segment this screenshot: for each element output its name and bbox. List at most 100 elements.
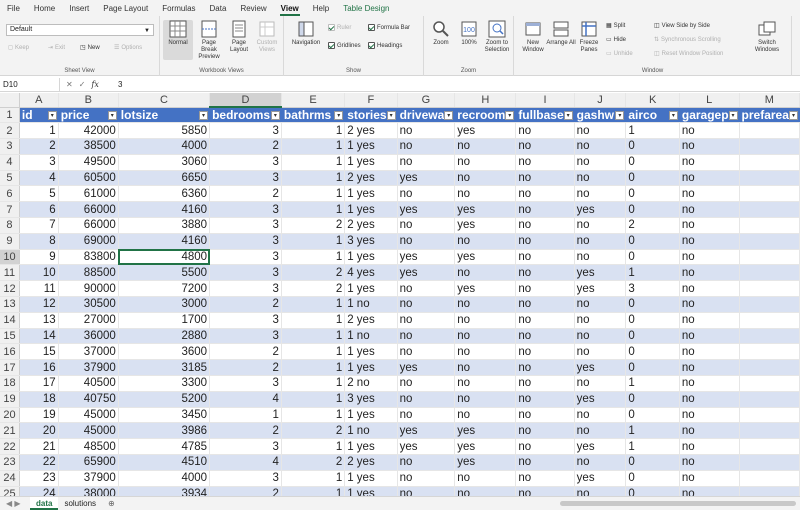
table-cell[interactable]: 0 [625,454,680,471]
row-header[interactable]: 19 [0,391,20,408]
new-window-button[interactable]: New Window [518,20,548,54]
table-cell[interactable] [739,486,800,496]
table-cell[interactable]: no [397,407,456,424]
table-cell[interactable]: 3 [209,328,282,345]
table-cell[interactable]: no [679,138,740,155]
table-cell[interactable]: yes [574,438,627,456]
table-cell[interactable]: no [574,122,627,140]
table-cell[interactable]: 1 [281,359,346,377]
table-cell[interactable]: 1 yes [344,343,398,361]
filter-dropdown-icon[interactable]: ▾ [47,110,57,120]
table-cell[interactable]: 1 yes [344,185,398,203]
table-cell[interactable]: 1 yes [344,201,398,219]
table-cell[interactable]: 2 [281,422,346,440]
table-cell[interactable]: 37000 [58,343,119,361]
table-cell[interactable]: 1 no [344,328,398,345]
table-cell[interactable]: 2 [209,296,282,313]
table-cell[interactable]: 2 [209,359,282,377]
table-cell[interactable]: yes [397,422,456,440]
table-header-cell[interactable]: prefarea ▾ [739,107,800,124]
table-cell[interactable] [739,138,800,155]
table-cell[interactable]: 4 [19,170,59,187]
row-header[interactable]: 3 [0,138,20,155]
row-header[interactable]: 14 [0,312,20,329]
column-header[interactable]: D [209,93,282,108]
table-cell[interactable]: no [397,375,456,392]
row-header[interactable]: 20 [0,407,20,424]
table-cell[interactable]: 3 [209,375,282,392]
column-header[interactable]: A [19,93,59,108]
table-cell[interactable]: 18 [19,391,59,408]
table-cell[interactable]: 3 [209,280,282,298]
table-cell[interactable]: 8 [19,233,59,250]
headings-checkbox[interactable]: Headings [368,42,402,49]
table-cell[interactable]: 0 [625,470,680,487]
table-cell[interactable]: 1 yes [344,470,398,487]
table-cell[interactable] [739,280,800,298]
row-header[interactable]: 13 [0,296,20,313]
filter-dropdown-icon[interactable]: ▾ [563,110,573,120]
table-cell[interactable]: 4 [209,391,282,408]
table-cell[interactable]: no [397,486,456,496]
table-cell[interactable]: no [574,407,627,424]
table-cell[interactable]: no [574,454,627,471]
table-cell[interactable]: 14 [19,328,59,345]
table-cell[interactable]: no [515,249,575,266]
table-cell[interactable]: no [515,359,575,377]
row-header[interactable]: 10 [0,249,20,266]
table-cell[interactable]: no [515,312,575,329]
table-cell[interactable]: 2 no [344,375,398,392]
table-cell[interactable]: 3185 [118,359,211,377]
name-box[interactable]: D10 [0,77,60,91]
row-header[interactable]: 23 [0,454,20,471]
table-header-cell[interactable]: stories ▾ [344,107,398,124]
table-cell[interactable]: yes [574,280,627,298]
table-cell[interactable]: 3 [209,470,282,487]
row-header[interactable]: 2 [0,122,20,140]
synchronous-scrolling-button[interactable]: ⇅ Synchronous Scrolling [654,36,721,44]
table-cell[interactable]: 88500 [58,264,119,282]
table-cell[interactable]: no [397,233,456,250]
table-cell[interactable]: 1 yes [344,249,398,266]
table-cell[interactable]: no [679,201,740,219]
table-cell[interactable]: yes [454,249,517,266]
table-cell[interactable]: 1 [281,407,346,424]
exit-button[interactable]: ⇥ Exit [48,44,65,52]
table-cell[interactable]: no [454,138,517,155]
table-cell[interactable]: 0 [625,249,680,266]
row-header[interactable]: 24 [0,470,20,487]
table-cell[interactable]: 1 [281,328,346,345]
row-header[interactable]: 11 [0,264,20,282]
table-cell[interactable]: yes [454,280,517,298]
table-cell[interactable]: 1 [281,249,346,266]
table-header-cell[interactable]: bedrooms ▾ [209,107,282,124]
table-cell[interactable]: 40750 [58,391,119,408]
row-header[interactable]: 22 [0,438,20,456]
table-cell[interactable]: no [397,454,456,471]
table-cell[interactable]: no [397,328,456,345]
table-cell[interactable]: 2 [281,454,346,471]
table-cell[interactable]: 2 yes [344,217,398,234]
table-cell[interactable]: no [454,343,517,361]
gridlines-checkbox[interactable]: Gridlines [328,42,361,49]
cancel-icon[interactable]: ✕ [66,80,73,89]
table-cell[interactable]: no [515,391,575,408]
reset-window-position-button[interactable]: ◫ Reset Window Position [654,50,723,58]
table-cell[interactable]: no [679,359,740,377]
filter-dropdown-icon[interactable]: ▾ [199,110,209,120]
table-cell[interactable]: no [574,343,627,361]
table-cell[interactable] [739,454,800,471]
table-cell[interactable]: no [515,422,575,440]
table-cell[interactable]: 3 [19,154,59,171]
freeze-panes-button[interactable]: Freeze Panes [574,20,604,54]
table-cell[interactable]: 1 [281,470,346,487]
table-cell[interactable]: 1 [281,438,346,456]
table-cell[interactable]: 3 [209,249,282,266]
table-cell[interactable]: 19 [19,407,59,424]
table-cell[interactable]: 12 [19,296,59,313]
table-cell[interactable] [739,391,800,408]
table-cell[interactable]: no [515,233,575,250]
table-cell[interactable]: 2 [281,280,346,298]
formula-input[interactable]: 3 [112,80,122,89]
row-header[interactable]: 4 [0,154,20,171]
